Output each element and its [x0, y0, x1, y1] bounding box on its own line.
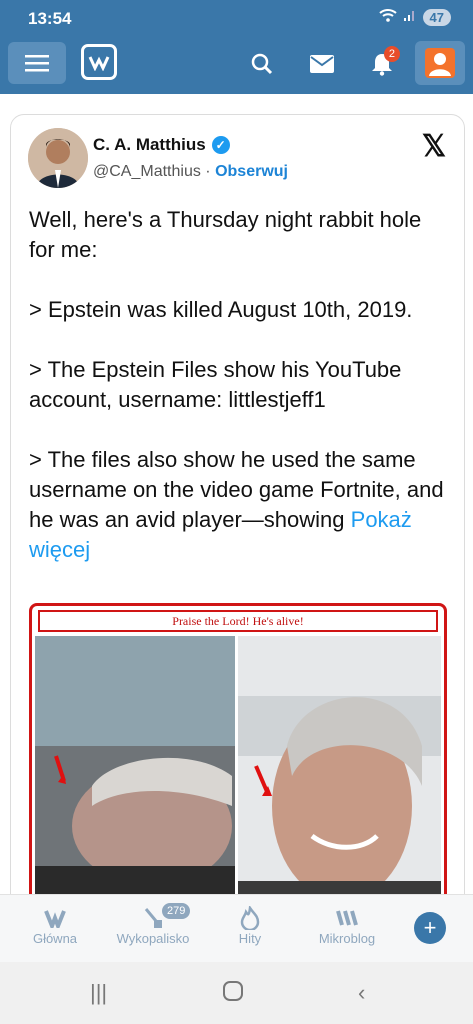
bottom-navigation: Główna 279 Wykopalisko Hity Mikroblog + [0, 894, 473, 962]
separator-dot: · [205, 163, 211, 180]
verified-badge-icon: ✓ [211, 136, 230, 154]
wykop-logo[interactable] [81, 44, 117, 80]
meme-photo [35, 636, 441, 900]
system-navigation-bar: ||| ‹ [0, 962, 473, 1024]
home-circle-icon[interactable] [222, 980, 244, 1008]
recent-apps-icon[interactable]: ||| [90, 980, 107, 1006]
wifi-icon [378, 8, 397, 27]
status-bar: 13:54 47 [0, 0, 473, 36]
add-button[interactable]: + [414, 912, 446, 944]
notifications-button[interactable]: 2 [368, 46, 400, 78]
hamburger-icon [25, 55, 49, 72]
nav-label: Wykopalisko [116, 931, 190, 946]
tweet-paragraph: Well, here's a Thursday night rabbit hol… [29, 207, 422, 262]
menu-button[interactable] [8, 42, 66, 84]
nav-label: Mikroblog [318, 931, 376, 946]
messages-button[interactable] [307, 50, 337, 78]
author-name[interactable]: C. A. Matthius ✓ [93, 135, 230, 155]
embedded-tweet[interactable]: C. A. Matthius ✓ @CA_Matthius · Obserwuj… [10, 114, 465, 934]
author-handle-line: @CA_Matthius · Obserwuj [93, 163, 288, 181]
follow-link[interactable]: Obserwuj [215, 163, 288, 180]
x-logo-icon[interactable]: 𝕏 [422, 129, 446, 164]
author-handle[interactable]: @CA_Matthius [93, 163, 201, 180]
main-content: C. A. Matthius ✓ @CA_Matthius · Obserwuj… [0, 94, 473, 934]
tweet-text: Well, here's a Thursday night rabbit hol… [29, 205, 449, 595]
nav-label: Główna [32, 931, 78, 946]
user-avatar-icon [425, 48, 455, 78]
signal-icon [403, 8, 417, 27]
nav-badge: 279 [162, 903, 191, 919]
mail-icon [310, 55, 334, 73]
image-caption: Praise the Lord! He's alive! [38, 610, 438, 632]
flame-icon [240, 906, 260, 930]
nav-item-mikroblog[interactable]: Mikroblog [302, 905, 392, 946]
tweet-image[interactable]: Praise the Lord! He's alive! [29, 603, 447, 903]
plus-icon: + [423, 915, 437, 940]
notification-badge: 2 [383, 46, 400, 62]
app-header: 2 [0, 36, 473, 94]
status-time: 13:54 [28, 9, 72, 28]
nav-item-wykopalisko[interactable]: 279 Wykopalisko [108, 903, 198, 946]
shovel-icon [144, 908, 162, 928]
tweet-paragraph: > Epstein was killed August 10th, 2019. [29, 297, 413, 322]
microblog-icon [336, 910, 358, 926]
nav-item-glowna[interactable]: Główna [10, 905, 100, 946]
profile-button[interactable] [415, 41, 465, 85]
search-icon [251, 53, 273, 75]
search-button[interactable] [248, 50, 276, 78]
tweet-paragraph: > The Epstein Files show his YouTube acc… [29, 357, 402, 412]
status-icons: 47 [378, 8, 451, 27]
back-icon[interactable]: ‹ [358, 980, 365, 1006]
home-icon [44, 910, 66, 928]
nav-label: Hity [238, 931, 262, 946]
author-name-text: C. A. Matthius [93, 135, 206, 154]
author-avatar[interactable] [28, 128, 88, 188]
battery-indicator: 47 [422, 9, 451, 26]
tweet-paragraph-last: > The files also show he used the same u… [29, 445, 449, 565]
nav-item-hity[interactable]: Hity [205, 905, 295, 946]
